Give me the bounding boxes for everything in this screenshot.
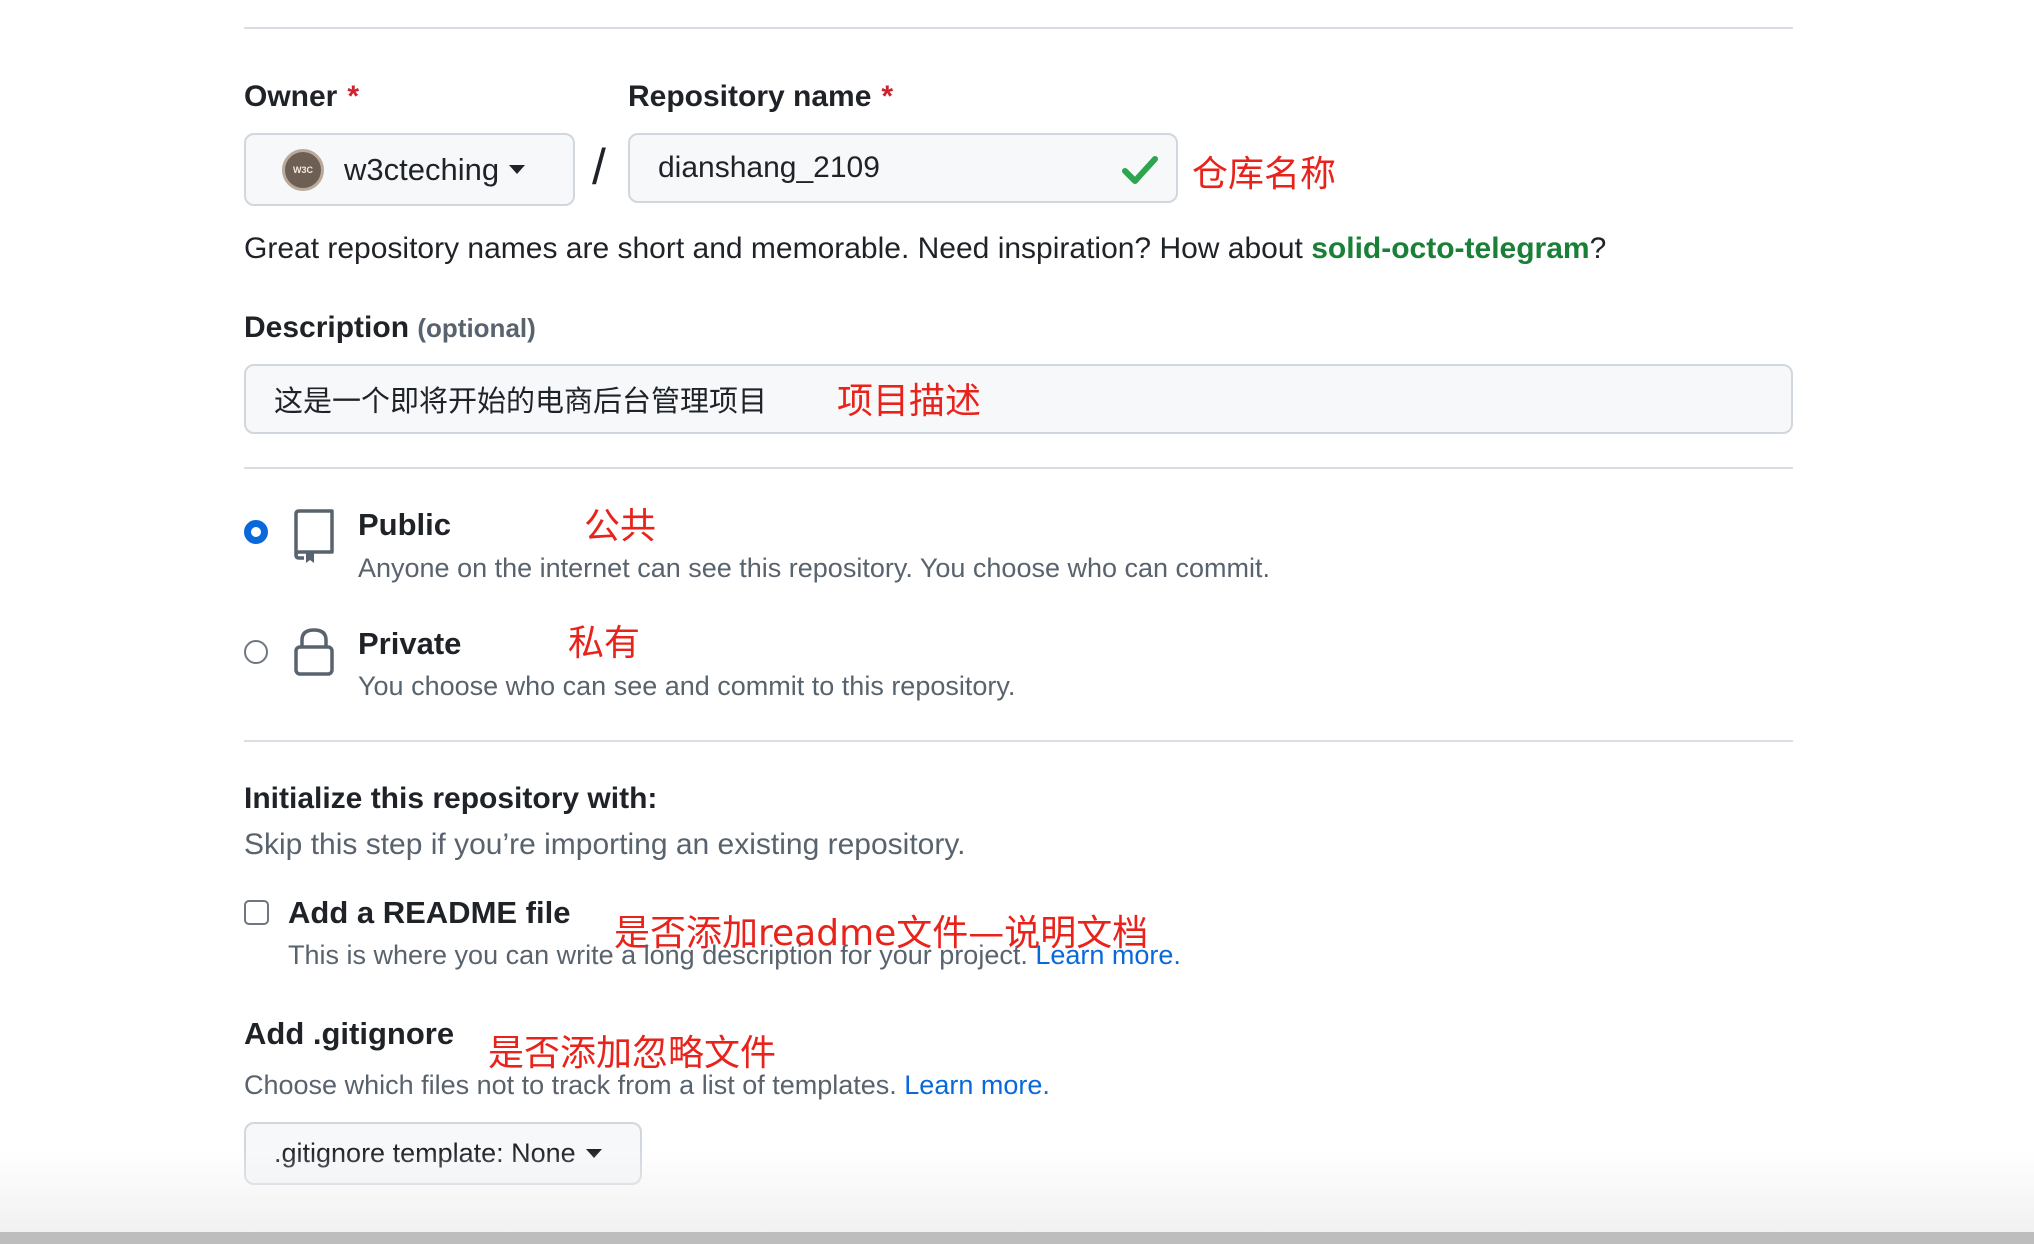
suggestion-suffix: ? <box>1589 232 1607 265</box>
repo-name-suggestion: Great repository names are short and mem… <box>244 232 1606 266</box>
private-title: Private <box>358 626 462 661</box>
private-annotation: 私有 <box>568 623 641 664</box>
owner-repo-separator: / <box>592 139 606 195</box>
window-bottom-edge <box>0 1232 2034 1244</box>
section-divider-1 <box>244 467 1793 469</box>
suggested-name-link[interactable]: solid-octo-telegram <box>1311 232 1589 265</box>
repo-name-value: dianshang_2109 <box>658 151 880 184</box>
readme-checkbox[interactable] <box>244 900 269 925</box>
public-radio[interactable] <box>244 520 268 544</box>
top-divider <box>244 27 1793 29</box>
repo-name-required-mark: * <box>881 80 894 113</box>
suggestion-text: Great repository names are short and mem… <box>244 232 1312 265</box>
gitignore-description-text: Choose which files not to track from a l… <box>244 1070 905 1100</box>
gitignore-annotation: 是否添加忽略文件 <box>488 1033 777 1074</box>
init-subtitle: Skip this step if you’re importing an ex… <box>244 828 966 861</box>
readme-description: This is where you can write a long descr… <box>288 940 1181 971</box>
repo-name-input[interactable]: dianshang_2109 <box>628 133 1178 203</box>
repo-name-annotation: 仓库名称 <box>1192 154 1337 195</box>
gitignore-learn-more-link[interactable]: Learn more. <box>904 1070 1050 1100</box>
public-annotation: 公共 <box>584 506 657 547</box>
description-label: Description (optional) <box>244 311 536 344</box>
check-icon <box>1122 156 1158 184</box>
section-divider-2 <box>244 740 1793 742</box>
readme-label[interactable]: Add a README file <box>288 895 570 931</box>
readme-learn-more-link[interactable]: Learn more. <box>1035 940 1181 970</box>
public-description: Anyone on the internet can see this repo… <box>358 553 1271 583</box>
owner-select-button[interactable]: W3C w3cteching <box>244 133 575 206</box>
owner-value: w3cteching <box>344 151 500 187</box>
private-description: You choose who can see and commit to thi… <box>358 671 1016 701</box>
private-radio[interactable] <box>244 640 268 664</box>
init-title: Initialize this repository with: <box>244 782 658 815</box>
repo-name-label: Repository name * <box>628 80 894 113</box>
owner-required-mark: * <box>347 80 360 113</box>
description-input[interactable]: 这是一个即将开始的电商后台管理项目 <box>244 364 1793 434</box>
lock-icon <box>294 628 334 676</box>
bottom-fade <box>0 1150 2034 1232</box>
description-value: 这是一个即将开始的电商后台管理项目 <box>274 384 768 418</box>
chevron-down-icon <box>509 165 526 174</box>
gitignore-description: Choose which files not to track from a l… <box>244 1070 1050 1101</box>
description-annotation: 项目描述 <box>837 381 982 422</box>
description-optional: (optional) <box>417 313 536 343</box>
readme-description-text: This is where you can write a long descr… <box>288 940 1036 970</box>
owner-avatar: W3C <box>282 148 324 191</box>
gitignore-title: Add .gitignore <box>244 1016 455 1051</box>
owner-label: Owner * <box>244 80 360 113</box>
public-title: Public <box>358 507 452 542</box>
repo-icon <box>294 509 334 563</box>
